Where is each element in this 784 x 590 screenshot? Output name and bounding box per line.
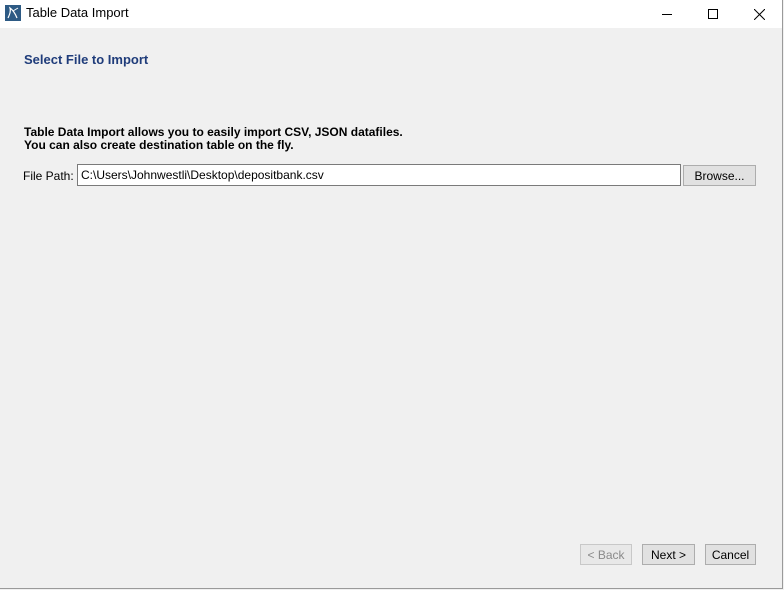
description: Table Data Import allows you to easily i… [24,126,403,152]
title-bar[interactable]: Table Data Import [0,0,782,28]
close-icon [753,8,765,20]
wizard-content: Select File to Import Table Data Import … [0,28,782,588]
table-data-import-window: Table Data Import Select File to Import … [0,0,783,589]
maximize-button[interactable] [690,0,736,28]
mysql-workbench-icon [5,5,21,21]
window-title: Table Data Import [26,5,129,20]
page-title: Select File to Import [24,52,149,67]
browse-button[interactable]: Browse... [683,165,756,186]
file-path-input[interactable] [77,164,681,186]
close-button[interactable] [736,0,782,28]
minimize-button[interactable] [644,0,690,28]
back-button[interactable]: < Back [580,544,632,565]
next-button[interactable]: Next > [642,544,695,565]
cancel-button[interactable]: Cancel [705,544,756,565]
minimize-icon [662,14,672,15]
description-line-2: You can also create destination table on… [24,138,294,152]
maximize-icon [708,9,718,19]
file-path-label: File Path: [23,169,74,183]
